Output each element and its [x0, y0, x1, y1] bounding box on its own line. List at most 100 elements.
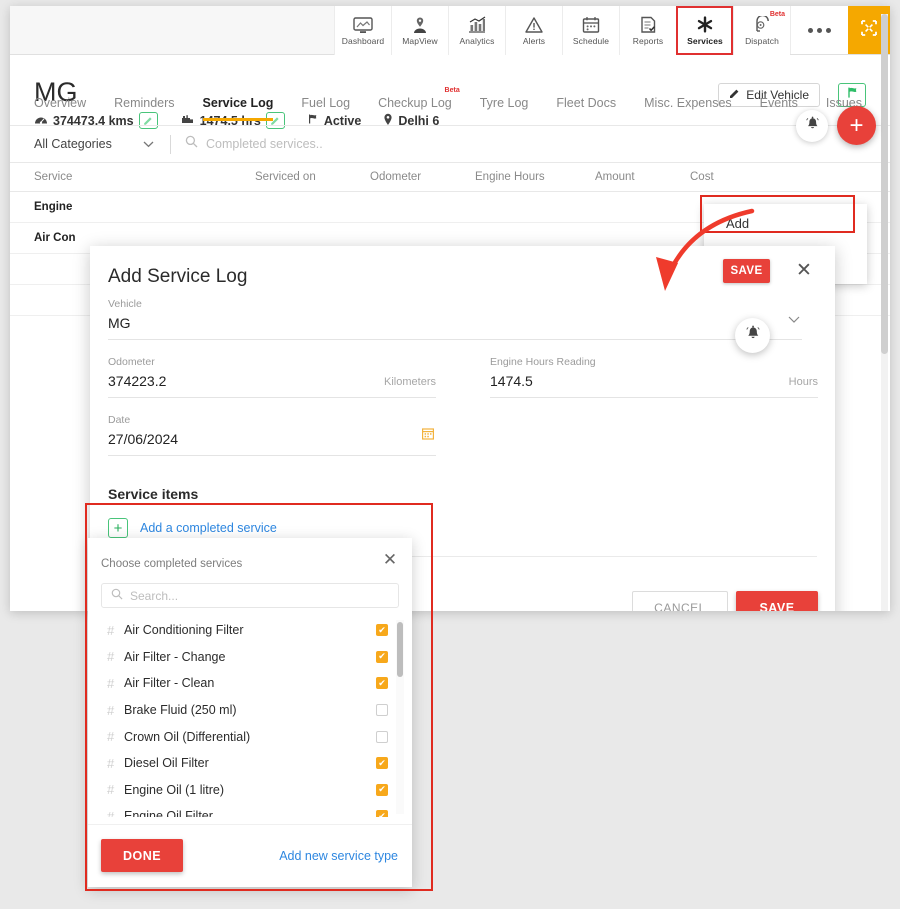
tab-checkup-log[interactable]: Beta Checkup Log [364, 87, 466, 121]
tab-label: Tyre Log [479, 96, 529, 110]
add-completed-service-link[interactable]: Add a completed service [140, 521, 277, 535]
category-select[interactable]: All Categories [10, 137, 170, 151]
nav-item-mapview[interactable]: MapView [391, 6, 448, 55]
bell-icon [805, 116, 820, 137]
search-field[interactable]: Completed services.. [171, 135, 323, 153]
list-item-label: Engine Oil Filter [124, 809, 213, 817]
chooser-search-placeholder: Search... [130, 588, 179, 603]
col-odometer: Odometer [370, 171, 422, 183]
list-item[interactable]: # Crown Oil (Differential) [88, 723, 412, 750]
list-item-checkbox[interactable] [376, 704, 388, 717]
nav-label: Schedule [572, 36, 610, 46]
chooser-close-button[interactable]: ✕ [380, 550, 400, 570]
schedule-icon [581, 15, 601, 34]
alerts-icon [524, 15, 544, 34]
nav-label: Dashboard [341, 36, 385, 46]
add-completed-service-row[interactable]: + Add a completed service [108, 518, 277, 538]
cell-service: Engine [34, 201, 73, 213]
mapview-icon [410, 15, 430, 34]
list-item[interactable]: # Air Filter - Change [88, 644, 412, 671]
tab-label: Misc. Expenses [644, 96, 732, 110]
notifications-fab[interactable] [796, 110, 828, 142]
list-item[interactable]: # Engine Oil Filter [88, 803, 412, 817]
app-window: Dashboard MapView Analytics Alerts Sched… [10, 6, 890, 611]
engine-hours-field[interactable]: Engine Hours Reading 1474.5 Hours [490, 356, 818, 398]
tab-service-log[interactable]: Service Log [189, 96, 288, 121]
nav-more-button[interactable] [790, 6, 848, 54]
modal-reminder-bell-button[interactable] [735, 318, 770, 353]
list-item-label: Air Conditioning Filter [124, 623, 244, 638]
save-button[interactable]: SAVE [736, 591, 818, 611]
nav-item-analytics[interactable]: Analytics [448, 6, 505, 55]
nav-item-dispatch[interactable]: Beta Dispatch [733, 6, 790, 55]
list-item-checkbox[interactable] [376, 677, 388, 690]
nav-item-schedule[interactable]: Schedule [562, 6, 619, 55]
collapse-fullscreen-icon [860, 19, 878, 42]
more-dots-icon [808, 27, 831, 33]
tab-tyre-log[interactable]: Tyre Log [466, 96, 543, 121]
nav-item-reports[interactable]: Reports [619, 6, 676, 55]
list-item[interactable]: # Air Conditioning Filter [88, 617, 412, 644]
list-scrollbar-thumb[interactable] [397, 622, 403, 677]
modal-close-button[interactable]: ✕ [793, 258, 815, 282]
add-new-service-type-link[interactable]: Add new service type [279, 849, 398, 863]
list-item-checkbox[interactable] [376, 624, 388, 637]
tab-label: Events [759, 96, 798, 110]
modal-save-button[interactable]: SAVE [723, 259, 770, 283]
done-button[interactable]: DONE [101, 839, 183, 872]
nav-item-alerts[interactable]: Alerts [505, 6, 562, 55]
chevron-down-icon[interactable] [788, 311, 800, 329]
list-item-label: Diesel Oil Filter [124, 756, 209, 771]
page-scrollbar-thumb[interactable] [881, 14, 888, 354]
tab-overview[interactable]: Overview [34, 96, 100, 121]
nav-label: Analytics [459, 36, 495, 46]
list-item-checkbox[interactable] [376, 783, 388, 796]
date-field[interactable]: Date 27/06/2024 [108, 414, 436, 456]
modal-title: Add Service Log [108, 266, 248, 287]
nav-item-services[interactable]: Services [676, 6, 733, 55]
menu-item-add[interactable]: Add [704, 204, 867, 242]
service-items-heading: Service items [108, 486, 199, 502]
vehicle-field-value: MG [108, 315, 131, 331]
list-item[interactable]: # Brake Fluid (250 ml) [88, 697, 412, 724]
tab-fleet-docs[interactable]: Fleet Docs [542, 96, 630, 121]
list-item[interactable]: # Air Filter - Clean [88, 670, 412, 697]
list-item[interactable]: # Diesel Oil Filter [88, 750, 412, 777]
calendar-icon[interactable] [422, 427, 435, 445]
list-item-label: Crown Oil (Differential) [124, 729, 251, 744]
vehicle-tabs: Overview Reminders Service Log Fuel Log … [34, 87, 876, 121]
nav-item-dashboard[interactable]: Dashboard [334, 6, 391, 55]
tab-label: Checkup Log [378, 96, 452, 110]
chooser-title: Choose completed services [101, 558, 243, 570]
search-icon [185, 135, 198, 153]
services-icon [695, 15, 715, 34]
bell-icon [745, 325, 761, 347]
nav-label: Reports [632, 36, 664, 46]
dashboard-icon [353, 15, 373, 34]
add-fab[interactable]: + [837, 106, 876, 145]
plus-icon[interactable]: + [108, 518, 128, 538]
list-item-checkbox[interactable] [376, 650, 388, 663]
list-item-label: Air Filter - Clean [124, 676, 215, 691]
vehicle-field[interactable]: Vehicle MG [108, 298, 802, 340]
service-type-list[interactable]: # Air Conditioning Filter # Air Filter -… [88, 617, 412, 817]
date-field-value: 27/06/2024 [108, 431, 179, 447]
nav-label: Dispatch [745, 36, 779, 46]
tab-reminders[interactable]: Reminders [100, 96, 188, 121]
engine-hours-unit: Hours [788, 376, 818, 388]
list-item-checkbox[interactable] [376, 730, 388, 743]
hash-icon: # [107, 622, 115, 638]
hash-icon: # [107, 729, 115, 745]
list-item[interactable]: # Engine Oil (1 litre) [88, 777, 412, 804]
tab-fuel-log[interactable]: Fuel Log [287, 96, 364, 121]
cell-service: Air Con [34, 232, 76, 244]
odometer-field[interactable]: Odometer 374223.2 Kilometers [108, 356, 436, 398]
hash-icon: # [107, 675, 115, 691]
tab-misc-expenses[interactable]: Misc. Expenses [630, 96, 746, 121]
filter-bar: All Categories Completed services.. [10, 126, 890, 163]
list-item-checkbox[interactable] [376, 810, 388, 817]
chooser-search-input[interactable]: Search... [101, 583, 399, 608]
odometer-unit: Kilometers [384, 376, 436, 388]
list-item-checkbox[interactable] [376, 757, 388, 770]
cancel-button[interactable]: CANCEL [632, 591, 728, 611]
